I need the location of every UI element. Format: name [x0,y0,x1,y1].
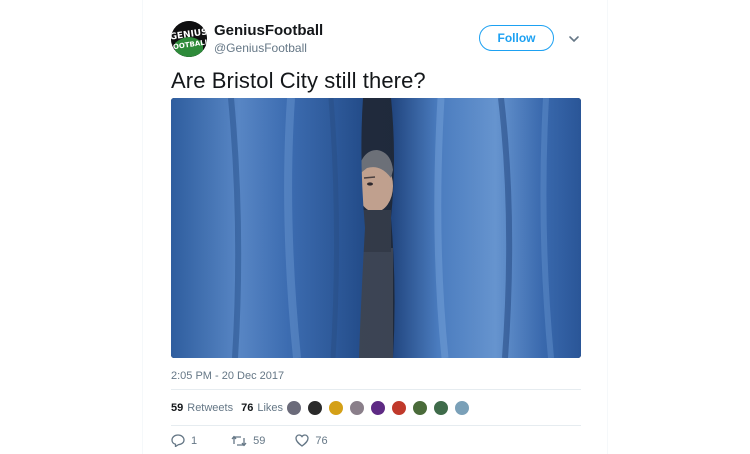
retweet-icon [231,435,247,446]
liker-avatar[interactable] [286,400,302,416]
tweet-text: Are Bristol City still there? [171,68,426,93]
liker-avatar[interactable] [370,400,386,416]
avatar[interactable]: GENIUS FOOTBALL [171,21,207,57]
divider-bottom [171,425,581,426]
likes-stat[interactable]: 76 Likes [241,402,283,414]
liker-avatar[interactable] [454,400,470,416]
retweets-count: 59 [171,402,184,414]
retweets-stat[interactable]: 59 Retweets [171,402,233,414]
reply-icon [171,434,185,447]
tweet-timestamp[interactable]: 2:05 PM - 20 Dec 2017 [171,370,284,382]
liker-avatar[interactable] [328,400,344,416]
retweet-button[interactable]: 59 [231,435,265,447]
liker-avatar[interactable] [307,400,323,416]
like-button[interactable]: 76 [295,434,328,447]
display-name[interactable]: GeniusFootball [214,22,323,39]
retweets-label: Retweets [187,402,234,414]
like-count: 76 [315,434,328,447]
card-right-edge [607,0,608,454]
chevron-down-icon[interactable] [567,31,581,43]
retweet-count: 59 [253,434,266,447]
liker-avatar[interactable] [391,400,407,416]
user-handle[interactable]: @GeniusFootball [214,41,307,55]
tweet-media-image[interactable] [171,98,581,358]
liker-avatar[interactable] [349,400,365,416]
liker-avatars [286,400,475,416]
tweet-stats: 59 Retweets 76 Likes [171,402,283,414]
liker-avatar[interactable] [433,400,449,416]
reply-button[interactable]: 1 [171,434,197,447]
reply-count: 1 [191,434,198,447]
likes-label: Likes [257,402,284,414]
heart-icon [295,434,310,447]
divider-top [171,389,581,390]
genius-football-logo: GENIUS FOOTBALL [171,21,207,57]
tweet-actions: 1 59 76 [171,434,328,447]
follow-button[interactable]: Follow [479,25,554,51]
liker-avatar[interactable] [412,400,428,416]
likes-count: 76 [241,402,254,414]
